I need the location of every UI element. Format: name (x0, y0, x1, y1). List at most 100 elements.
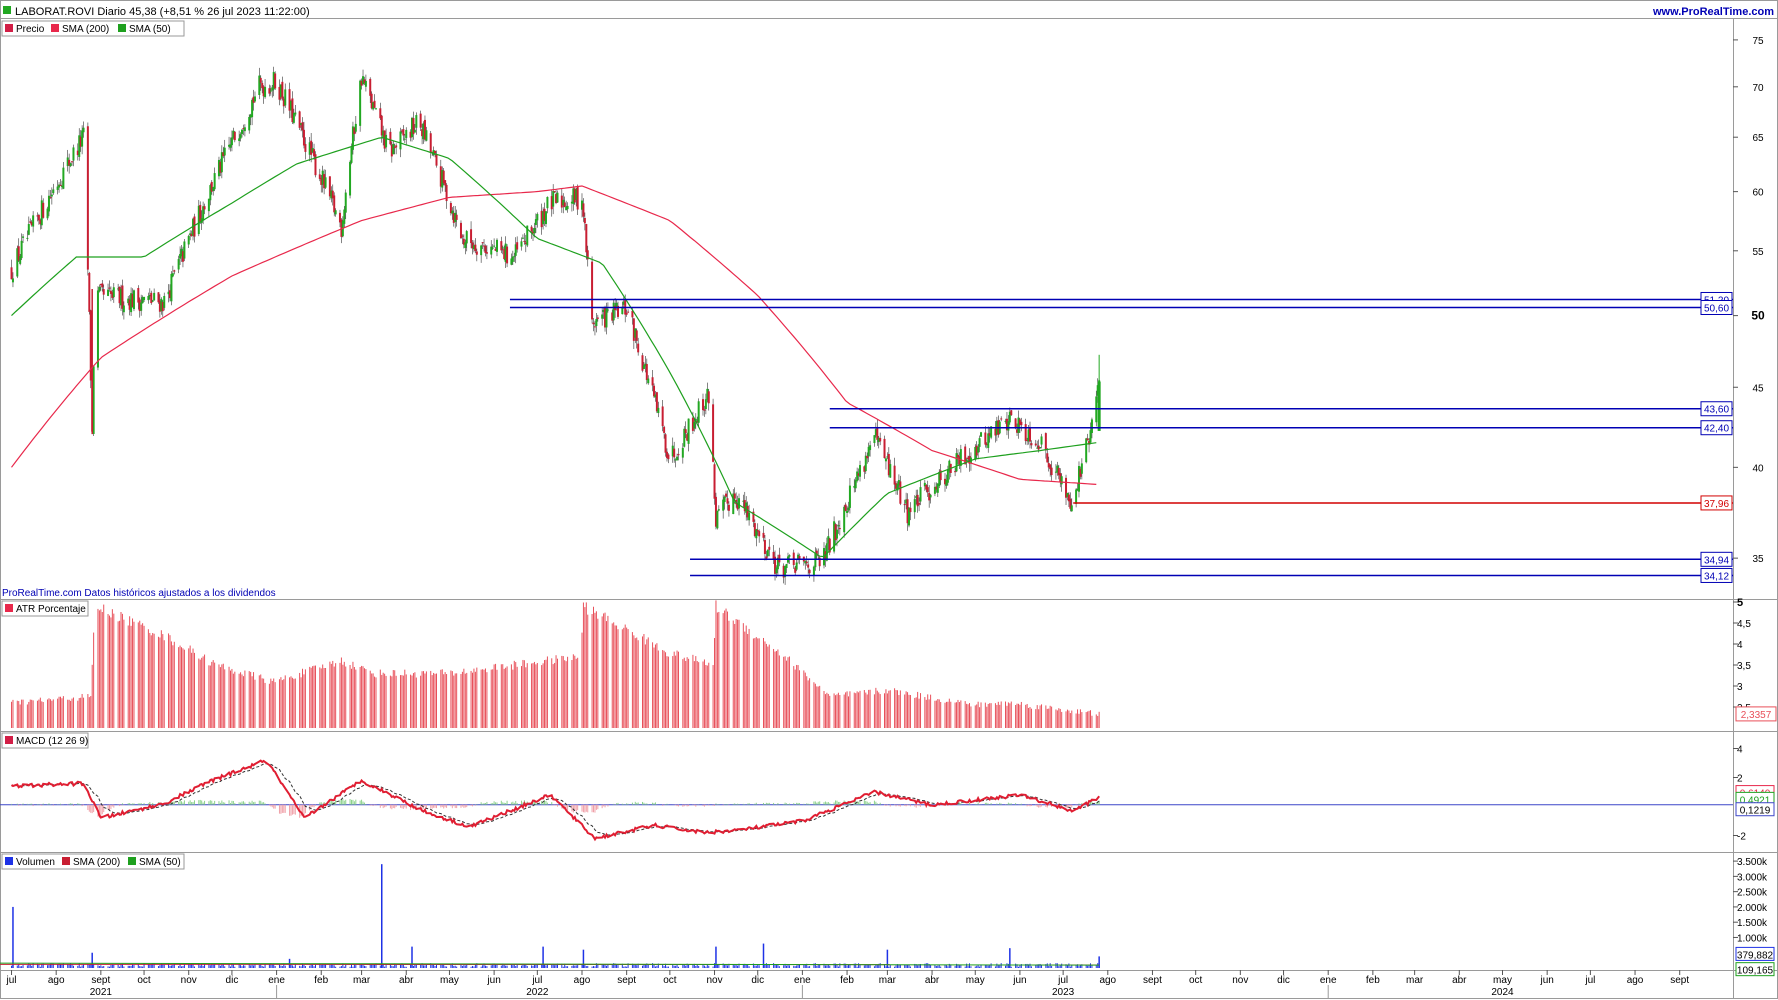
candle-body (585, 224, 588, 253)
candle-body (984, 432, 987, 445)
candle-body (230, 137, 233, 146)
candle-body (1014, 418, 1017, 428)
precio-swatch (5, 24, 13, 32)
macd-line (10, 759, 1100, 842)
level-label: 42,40 (1704, 424, 1729, 435)
candle-body (768, 546, 771, 550)
candle-body (203, 206, 206, 210)
candle-body (444, 180, 447, 186)
candle-body (703, 409, 706, 411)
month-tick-label: ago (48, 975, 65, 986)
candle-body (513, 256, 516, 258)
candle-body (520, 241, 523, 247)
candle-body (112, 287, 115, 298)
candle-body (302, 129, 305, 146)
candle-body (530, 226, 533, 232)
price-tick-label: 40 (1752, 463, 1764, 474)
month-tick-label: ene (1320, 975, 1337, 986)
candle-body (71, 161, 74, 163)
volume-tick-label: 3.500k (1737, 857, 1768, 868)
candle-body (704, 399, 707, 410)
candle-body (369, 78, 372, 96)
atr-tick-label: 3,5 (1737, 661, 1751, 672)
macd-tick-label: -2 (1737, 832, 1746, 843)
atr-tick-label: 5 (1737, 597, 1743, 609)
candle-body (1020, 421, 1023, 426)
panel-frames (0, 0, 1778, 999)
time-axis: jul ago sept oct nov dic ene feb mar abr may jun jul… (6, 970, 1689, 999)
candle-body (778, 554, 781, 563)
price-tick-label: 35 (1752, 554, 1764, 565)
month-tick-label: jun (1012, 975, 1026, 986)
candle-body (1070, 505, 1073, 512)
volume-axis: 3.500k 3.000k 2.500k 2.000k 1.500k 1.000k 379,… (1733, 857, 1775, 977)
candle-body (301, 122, 304, 131)
sma50-swatch (118, 24, 126, 32)
candle-body (959, 449, 962, 466)
candle-body (667, 454, 670, 460)
candle-body (812, 566, 815, 576)
candle-body (27, 224, 30, 235)
candle-body (493, 245, 496, 247)
vol-sma50-swatch (128, 857, 136, 865)
candle-body (52, 189, 55, 194)
candle-body (399, 131, 402, 150)
volume-tick-label: 2.500k (1737, 888, 1768, 899)
candle-body (213, 173, 216, 190)
candle-body (1086, 438, 1089, 441)
month-tick-label: may (966, 975, 985, 986)
candle-body (785, 564, 788, 568)
atr-legend: ATR Porcentaje (1, 600, 89, 617)
candle-body (183, 241, 186, 259)
level-label: 34,12 (1704, 571, 1729, 582)
candle-body (1024, 424, 1027, 441)
site-link[interactable]: www.ProRealTime.com (1652, 6, 1774, 18)
price-tick-label: 65 (1752, 133, 1764, 144)
candle-body (805, 561, 808, 564)
candle-body (1090, 419, 1093, 433)
candle-body (1000, 418, 1003, 420)
candle-body (521, 237, 524, 239)
atr-tick-label: 4,5 (1737, 619, 1751, 630)
candle-body (121, 285, 124, 309)
candle-body (419, 113, 422, 128)
candle-body (81, 130, 84, 147)
month-tick-label: ago (574, 975, 591, 986)
candle-body (926, 487, 929, 493)
month-tick-label: sept (91, 975, 110, 986)
candle-body (727, 504, 730, 511)
candle-body (143, 296, 146, 301)
candle-body (163, 295, 166, 308)
month-tick-label: dic (226, 975, 239, 986)
candle-body (546, 196, 549, 209)
candle-body (26, 237, 29, 239)
candle-body (171, 273, 174, 277)
candle-body (544, 211, 547, 225)
candle-body (553, 191, 556, 193)
candle-body (108, 287, 111, 289)
candle-body (50, 194, 53, 197)
candle-body (593, 326, 596, 328)
candle-body (1060, 476, 1063, 485)
month-tick-label: feb (314, 975, 328, 986)
candle-body (1039, 447, 1042, 449)
month-tick-label: oct (663, 975, 677, 986)
candle-body (465, 231, 468, 244)
price-tick-label: 45 (1752, 383, 1764, 394)
candle-body (395, 145, 398, 148)
candle-body (748, 512, 751, 521)
candle-body (470, 229, 473, 244)
candle-body (726, 498, 729, 504)
candle-body (101, 283, 104, 288)
candle-body (259, 77, 262, 83)
candle-body (1030, 443, 1033, 446)
candle-body (713, 464, 716, 499)
candle-body (808, 569, 811, 574)
volume-tick-label: 2.000k (1737, 903, 1768, 914)
candle-body (844, 504, 847, 511)
candle-body (758, 531, 761, 537)
candle-body (151, 300, 154, 302)
candle-body (1080, 463, 1083, 474)
month-tick-label: jul (1584, 975, 1595, 986)
candle-body (88, 272, 91, 312)
